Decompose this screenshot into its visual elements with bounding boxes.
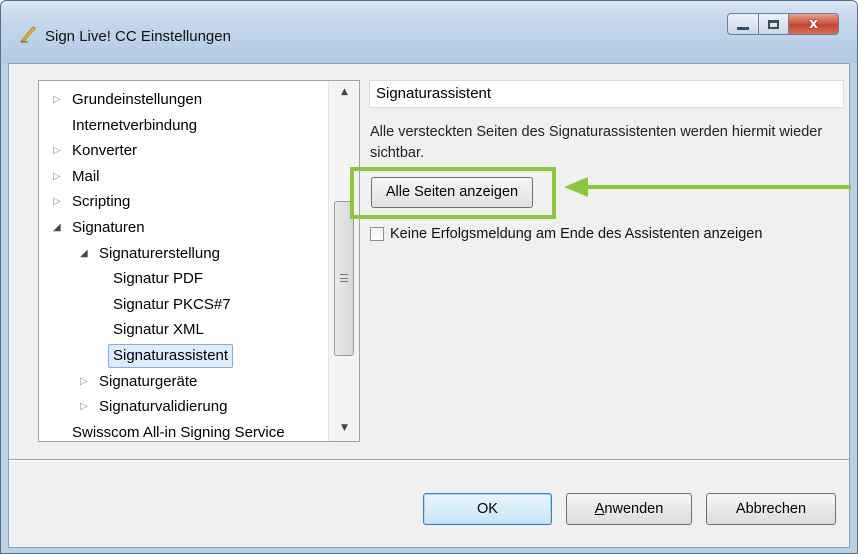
close-button[interactable]: x	[789, 13, 839, 35]
scroll-up-arrow-icon[interactable]: ▲	[329, 81, 359, 103]
tree-item[interactable]: ▷ Konverter	[39, 139, 327, 163]
tree-item-label[interactable]: Signatur PDF	[113, 267, 203, 291]
close-icon: x	[808, 16, 819, 32]
tree-item-label[interactable]: Scripting	[72, 190, 130, 214]
tree-item-label[interactable]: Grundeinstellungen	[72, 88, 202, 112]
tree-item[interactable]: Signatur PKCS#7	[39, 293, 327, 317]
tree-item-label[interactable]: Signaturen	[72, 216, 145, 240]
tree-item-label[interactable]: Internetverbindung	[72, 114, 197, 138]
tree-item[interactable]: ▷ Scripting	[39, 190, 327, 214]
panel-heading: Signaturassistent	[369, 80, 844, 108]
collapsed-arrow-icon[interactable]: ▷	[80, 395, 88, 419]
cancel-button[interactable]: Abbrechen	[706, 493, 836, 525]
tree-item-label[interactable]: Swisscom All-in Signing Service	[72, 421, 285, 441]
maximize-button[interactable]	[759, 13, 789, 35]
tree-item[interactable]: ◢ Signaturen	[39, 216, 327, 240]
tree-item[interactable]: ▷ Signaturvalidierung	[39, 395, 327, 419]
tree-item-label[interactable]: Signatur PKCS#7	[113, 293, 231, 317]
minimize-button[interactable]	[727, 13, 759, 35]
tree-item[interactable]: Internetverbindung	[39, 114, 327, 138]
tree-item-label-selected[interactable]: Signaturassistent	[108, 344, 234, 368]
tree-item[interactable]: ◢ Signaturerstellung	[39, 242, 327, 266]
tree-item[interactable]: Swisscom All-in Signing Service	[39, 421, 327, 441]
window-title: Sign Live! CC Einstellungen	[45, 28, 231, 45]
panel-description: Alle versteckten Seiten des Signaturassi…	[370, 124, 823, 161]
settings-window: Sign Live! CC Einstellungen x ▷ Grundeins…	[0, 0, 858, 554]
tree-item-label[interactable]: Konverter	[72, 139, 137, 163]
scroll-down-arrow-icon[interactable]: ▼	[329, 417, 359, 439]
button-area-divider-highlight	[9, 460, 849, 461]
collapsed-arrow-icon[interactable]: ▷	[80, 370, 88, 394]
expanded-arrow-icon[interactable]: ◢	[80, 242, 88, 266]
tree-item-label[interactable]: Signaturerstellung	[99, 242, 220, 266]
grip-icon	[340, 274, 348, 282]
title-bar[interactable]: Sign Live! CC Einstellungen x	[1, 1, 857, 63]
tree-item[interactable]: ▷ Grundeinstellungen	[39, 88, 327, 112]
tree-item[interactable]: Signaturassistent	[39, 344, 327, 368]
maximize-icon	[768, 19, 779, 29]
window-controls: x	[727, 13, 839, 37]
dialog-client-area: ▷ Grundeinstellungen Internetverbindung ▷ Ko…	[8, 63, 851, 548]
tree-item-label[interactable]: Signatur XML	[113, 318, 204, 342]
quill-pen-icon	[20, 26, 36, 43]
scroll-thumb[interactable]	[334, 201, 354, 356]
pointer-arrow-icon	[564, 177, 851, 197]
collapsed-arrow-icon[interactable]: ▷	[53, 88, 61, 112]
no-success-message-label[interactable]: Keine Erfolgsmeldung am Ende des Assiste…	[390, 224, 762, 244]
apply-button[interactable]: Anwenden	[566, 493, 692, 525]
tree-item[interactable]: ▷ Signaturgeräte	[39, 370, 327, 394]
no-success-message-checkbox[interactable]	[370, 227, 384, 241]
show-all-pages-button[interactable]: Alle Seiten anzeigen	[371, 177, 533, 208]
ok-button[interactable]: OK	[423, 493, 552, 525]
tree-item[interactable]: Signatur PDF	[39, 267, 327, 291]
expanded-arrow-icon[interactable]: ◢	[53, 216, 61, 240]
tree-item-label[interactable]: Signaturvalidierung	[99, 395, 227, 419]
collapsed-arrow-icon[interactable]: ▷	[53, 190, 61, 214]
collapsed-arrow-icon[interactable]: ▷	[53, 165, 61, 189]
collapsed-arrow-icon[interactable]: ▷	[53, 139, 61, 163]
tree-scrollbar[interactable]: ▲ ▼	[328, 81, 359, 441]
minimize-icon	[737, 26, 749, 30]
tree-item[interactable]: ▷ Mail	[39, 165, 327, 189]
tree-item-label[interactable]: Mail	[72, 165, 100, 189]
tree-item-label[interactable]: Signaturgeräte	[99, 370, 197, 394]
settings-tree[interactable]: ▷ Grundeinstellungen Internetverbindung ▷ Ko…	[38, 80, 360, 442]
tree-item[interactable]: Signatur XML	[39, 318, 327, 342]
